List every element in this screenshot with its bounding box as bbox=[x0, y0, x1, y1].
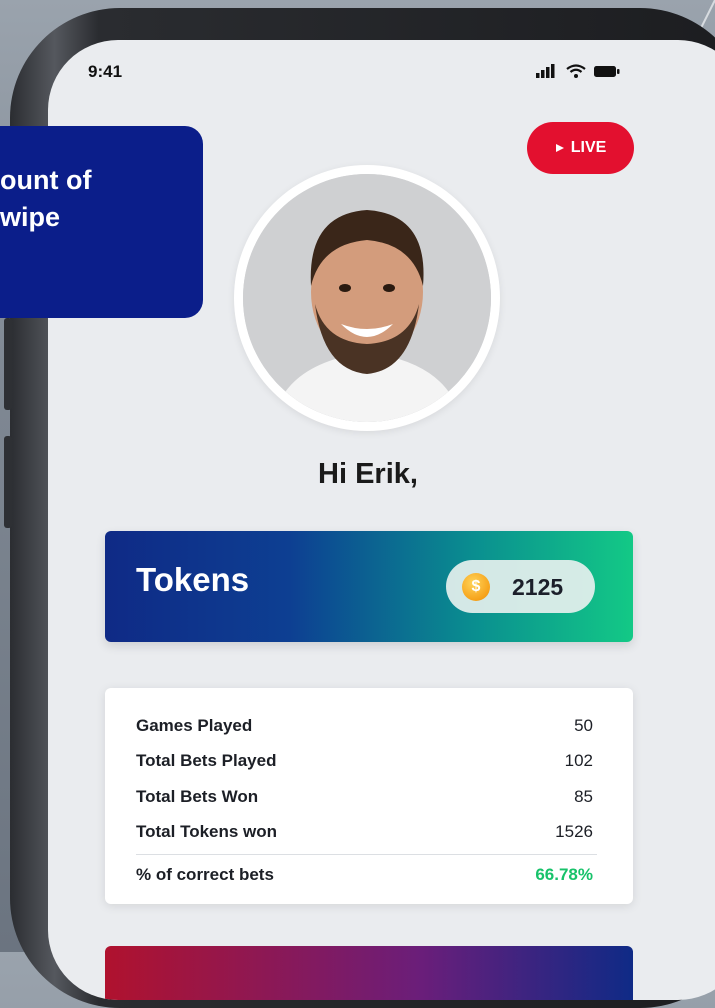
status-time: 9:41 bbox=[88, 62, 123, 81]
tokens-card: Tokens $ 2125 bbox=[105, 531, 633, 642]
stats-divider bbox=[136, 854, 597, 855]
stats-card: Games Played 50 Total Bets Played 102 To… bbox=[105, 688, 633, 904]
stat-row-total-bets-won: Total Bets Won 85 bbox=[136, 785, 593, 809]
live-label: LIVE bbox=[570, 139, 607, 156]
live-button[interactable]: LIVE bbox=[527, 122, 634, 174]
tokens-label: Tokens bbox=[136, 561, 250, 598]
profile-photo bbox=[243, 174, 491, 422]
signal-icon bbox=[536, 64, 555, 78]
callout-box: ount of wipe bbox=[0, 126, 203, 318]
coin-icon: $ bbox=[462, 573, 490, 601]
stat-label: % of correct bets bbox=[136, 865, 274, 884]
stat-value: 102 bbox=[564, 751, 593, 770]
stat-label: Total Tokens won bbox=[136, 822, 278, 841]
avatar[interactable] bbox=[243, 174, 491, 422]
stat-label: Total Bets Played bbox=[136, 751, 277, 770]
stat-row-total-tokens-won: Total Tokens won 1526 bbox=[136, 820, 593, 844]
volume-up-button bbox=[4, 318, 12, 410]
greeting: Hi Erik, bbox=[318, 458, 418, 490]
stat-value-highlight: 66.78% bbox=[535, 865, 593, 884]
bottom-card[interactable] bbox=[105, 946, 633, 1000]
stat-label: Games Played bbox=[136, 716, 253, 735]
status-icons bbox=[536, 64, 620, 78]
stat-value: 50 bbox=[574, 716, 593, 735]
avatar-ring bbox=[234, 165, 500, 431]
stat-row-games-played: Games Played 50 bbox=[136, 714, 593, 738]
stat-value: 1526 bbox=[555, 822, 593, 841]
tokens-balance-pill[interactable]: $ 2125 bbox=[446, 560, 595, 613]
stat-label: Total Bets Won bbox=[136, 787, 259, 806]
stat-row-total-bets-played: Total Bets Played 102 bbox=[136, 749, 593, 773]
wifi-icon bbox=[566, 64, 586, 78]
volume-down-button bbox=[4, 436, 12, 528]
play-icon bbox=[555, 144, 564, 152]
stat-value: 85 bbox=[574, 787, 593, 806]
tokens-value: 2125 bbox=[512, 574, 564, 600]
stat-row-correct-bets: % of correct bets 66.78% bbox=[136, 863, 593, 887]
coin-symbol: $ bbox=[471, 578, 481, 595]
battery-icon bbox=[594, 65, 620, 77]
callout-text: ount of wipe bbox=[0, 165, 92, 232]
